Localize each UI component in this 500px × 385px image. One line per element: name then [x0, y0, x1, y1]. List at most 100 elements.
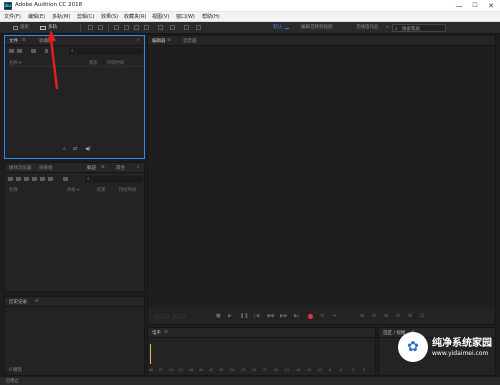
tab-waveform[interactable]: 波形	[20, 24, 29, 32]
razor-tool-icon[interactable]	[124, 25, 129, 30]
search-icon: ⌕	[395, 27, 398, 32]
search-help-field[interactable]: ⌕ 搜索帮助	[392, 24, 446, 32]
panel-menu-icon[interactable]: ≡	[101, 165, 105, 170]
menu-favorites[interactable]: 收藏夹(R)	[124, 13, 146, 20]
panel-menu-icon[interactable]: ≡	[35, 299, 39, 304]
new-file-icon[interactable]	[9, 49, 14, 53]
scale-label: -24	[273, 368, 279, 372]
menu-view[interactable]: 视图(V)	[152, 13, 169, 20]
brush-tool-icon[interactable]	[184, 25, 189, 30]
column-start[interactable]: 开始 ▾	[67, 187, 79, 193]
open-file-icon[interactable]	[17, 49, 22, 53]
chevron-right-icon[interactable]: »	[386, 24, 389, 32]
menu-file[interactable]: 文件(F)	[4, 13, 21, 20]
zoom-out-time-icon[interactable]: ⊖	[396, 313, 400, 319]
track-area[interactable]	[148, 46, 495, 308]
move-tool-icon[interactable]	[114, 25, 119, 30]
rewind-icon[interactable]: ◀◀	[266, 313, 274, 319]
panel-menu-icon[interactable]: ≡	[167, 38, 171, 43]
lasso-tool-icon[interactable]	[170, 25, 175, 30]
tab-effects-rack[interactable]: 效果组	[39, 165, 53, 171]
divider	[5, 66, 144, 67]
menu-help[interactable]: 帮助(H)	[202, 13, 220, 20]
spot-healing-tool-icon[interactable]	[196, 25, 201, 30]
maximize-button[interactable]: ☐	[468, 1, 482, 11]
time-selection-tool-icon[interactable]	[144, 25, 149, 30]
workspace-edit-audio-to-video[interactable]: 编辑音频到视频	[301, 24, 333, 32]
add-marker-icon[interactable]	[8, 177, 13, 181]
zoom-in-time-icon[interactable]: ⊕	[384, 313, 388, 319]
move-to-previous-icon[interactable]: |◀	[254, 313, 260, 319]
timecode-display: 0:00.000	[154, 313, 186, 321]
scale-label: 0	[363, 368, 366, 372]
loop-playback-icon[interactable]: ⟲	[320, 313, 324, 319]
fast-forward-icon[interactable]: ▶▶	[280, 313, 288, 319]
scale-label: -51	[178, 368, 184, 372]
close-button[interactable]: ✕	[484, 1, 498, 11]
pause-icon[interactable]: ❚❚	[240, 313, 248, 319]
zoom-out-amplitude-icon[interactable]: ⊖	[372, 313, 376, 319]
play-icon[interactable]: ▶	[228, 313, 232, 319]
workspace-default[interactable]: 默认	[273, 24, 282, 32]
menu-window[interactable]: 窗口(W)	[176, 13, 195, 20]
status-text: 已停止	[6, 379, 19, 384]
loop-icon[interactable]: ⇄	[73, 146, 77, 152]
column-end[interactable]: 结束	[97, 187, 106, 193]
title-bar: Au Adobe Audition CC 2018 — ☐ ✕	[0, 0, 500, 12]
level-title[interactable]: 电平	[152, 330, 161, 336]
stop-icon[interactable]: ■	[216, 313, 221, 319]
panel-menu-icon[interactable]: ≡	[22, 38, 26, 43]
menu-edit[interactable]: 编辑(E)	[28, 13, 45, 20]
menu-multitrack[interactable]: 多轨(M)	[52, 13, 70, 20]
marker-icon[interactable]	[40, 177, 45, 181]
autoplay-volume-icon[interactable]: ◀)	[85, 146, 91, 152]
import-icon[interactable]	[31, 49, 36, 53]
minimize-button[interactable]: —	[452, 1, 466, 11]
delete-marker-icon[interactable]	[63, 177, 68, 181]
record-icon[interactable]	[308, 314, 313, 319]
marker-icon[interactable]	[48, 177, 53, 181]
menu-effects[interactable]: 效果(S)	[101, 13, 118, 20]
tab-properties[interactable]: 属性	[116, 165, 125, 171]
search-icon[interactable]: ⌕	[63, 146, 66, 152]
markers-panel: 媒体浏览器 效果组 标记 ≡ 属性 » ⌕ 名称 开始 ▾ 结束 持续时间	[4, 162, 145, 292]
files-search-input[interactable]: ⌕	[69, 48, 143, 55]
search-icon: ⌕	[87, 177, 90, 182]
zoom-selection-icon[interactable]: ⊡	[420, 313, 424, 319]
skip-selection-icon[interactable]: ⇥	[332, 313, 336, 319]
move-to-next-icon[interactable]: ▶|	[294, 313, 300, 319]
tab-files[interactable]: 文件	[9, 38, 18, 44]
level-panel: 电平 ≡ dB -57 -54 -51 -48 -45 -42 -39 -36 …	[147, 327, 376, 376]
watermark-title: 纯净系统家园	[432, 338, 492, 349]
tab-media-browser[interactable]: 媒体浏览器	[9, 165, 32, 171]
zoom-full-icon[interactable]: ⊞	[408, 313, 412, 319]
workspace-radio-production[interactable]: 无线电作品	[356, 24, 379, 32]
marker-icon[interactable]	[16, 177, 21, 181]
markers-search-input[interactable]: ⌕	[85, 176, 143, 183]
scale-label: -27	[262, 368, 268, 372]
column-name[interactable]: 名称	[9, 187, 18, 193]
slip-tool-icon[interactable]	[134, 25, 139, 30]
tab-markers[interactable]: 标记	[87, 165, 96, 171]
marker-icon[interactable]	[24, 177, 29, 181]
status-bar: 已停止	[0, 377, 500, 385]
tool-icon[interactable]	[88, 25, 93, 30]
tab-editor[interactable]: 编辑器	[152, 38, 166, 44]
watermark-logo: ✿	[398, 332, 428, 362]
history-title[interactable]: 历史记录	[9, 299, 27, 305]
chevron-right-icon[interactable]: »	[137, 38, 140, 43]
zoom-in-amplitude-icon[interactable]: ⊕	[360, 313, 364, 319]
marker-icon[interactable]	[32, 177, 37, 181]
chevron-right-icon[interactable]: »	[137, 165, 140, 170]
scale-label: -42	[208, 368, 214, 372]
scale-label: -6	[339, 368, 343, 372]
panel-menu-icon[interactable]: ≡	[164, 330, 168, 335]
column-duration[interactable]: 持续时间	[119, 187, 136, 193]
editor-panel: 编辑器 ≡ 混音器 0:00.000 ■ ▶ ❚❚ |◀ ◀◀ ▶▶ ▶| ⟲ …	[147, 35, 496, 325]
tab-mixer[interactable]: 混音器	[183, 38, 197, 44]
watermark-url: www.yidaimei.com	[432, 350, 489, 357]
scale-label: -9	[328, 368, 332, 372]
tool-icon[interactable]	[98, 25, 103, 30]
marquee-tool-icon[interactable]	[158, 25, 163, 30]
menu-clip[interactable]: 剪辑(C)	[77, 13, 94, 20]
